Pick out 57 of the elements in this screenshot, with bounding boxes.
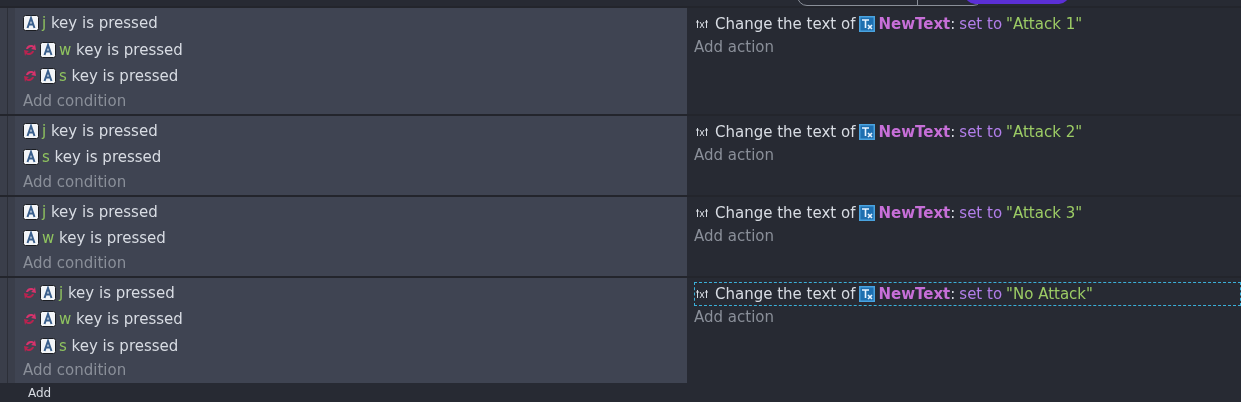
condition-text[interactable]: j key is pressed <box>42 121 158 140</box>
condition-text[interactable]: s key is pressed <box>59 336 179 355</box>
keyboard-key-icon <box>23 122 39 139</box>
keyboard-key-icon <box>40 68 56 85</box>
action-row[interactable]: Change the text of NewText: set to "No Attack" <box>694 281 1241 306</box>
object-icon <box>859 204 876 221</box>
text-icon <box>695 126 711 137</box>
action-text: Change the text of <box>715 203 856 222</box>
operator-text: set to <box>959 284 1003 303</box>
add-event-link[interactable]: Add <box>28 386 52 400</box>
value-text: "Attack 1" <box>1006 15 1083 33</box>
action-text: Change the text of <box>715 15 856 33</box>
condition-text[interactable]: j key is pressed <box>42 202 158 221</box>
operator-text: set to <box>959 122 1003 141</box>
keyboard-key-icon <box>40 41 56 58</box>
action-text: Change the text of <box>715 284 856 303</box>
add-action-link[interactable]: Add action <box>694 224 774 247</box>
separator-text: : <box>950 15 956 33</box>
value-text: "Attack 2" <box>1006 122 1083 141</box>
value-text: "No Attack" <box>1006 284 1093 303</box>
separator-text: : <box>950 122 956 141</box>
object-name: NewText <box>878 284 951 303</box>
keyboard-key-icon <box>40 311 56 328</box>
separator-text: : <box>950 203 956 222</box>
add-action-link[interactable]: Add action <box>694 305 774 328</box>
condition-text[interactable]: w key is pressed <box>42 229 166 248</box>
action-row[interactable]: Change the text of NewText: set to "Attack 2" <box>694 119 1241 144</box>
object-icon <box>859 16 876 32</box>
keyboard-key-icon <box>23 230 39 247</box>
condition-text[interactable]: s key is pressed <box>59 67 179 86</box>
text-icon <box>695 19 711 29</box>
object-name: NewText <box>878 122 951 141</box>
condition-text[interactable]: j key is pressed <box>42 14 158 33</box>
value-text: "Attack 3" <box>1006 203 1083 222</box>
separator-text: : <box>950 284 956 303</box>
keyboard-key-icon <box>40 284 56 301</box>
operator-text: set to <box>959 203 1003 222</box>
operator-text: set to <box>959 15 1003 33</box>
keyboard-key-icon <box>23 149 39 166</box>
action-row[interactable]: Change the text of NewText: set to "Attack 1" <box>694 12 1241 36</box>
keyboard-key-icon <box>40 337 56 354</box>
text-icon <box>695 288 711 299</box>
condition-text[interactable]: s key is pressed <box>42 148 162 167</box>
object-icon <box>859 285 876 302</box>
action-row[interactable]: Change the text of NewText: set to "Attack 3" <box>694 200 1241 225</box>
action-text: Change the text of <box>715 122 856 141</box>
add-action-link[interactable]: Add action <box>694 143 774 166</box>
keyboard-key-icon <box>23 203 39 220</box>
condition-text[interactable]: j key is pressed <box>59 283 175 302</box>
keyboard-key-icon <box>23 15 39 32</box>
object-name: NewText <box>878 15 951 33</box>
condition-text[interactable]: w key is pressed <box>59 310 183 329</box>
text-icon <box>695 207 711 218</box>
condition-text[interactable]: w key is pressed <box>59 40 183 59</box>
object-name: NewText <box>878 203 951 222</box>
add-action-link[interactable]: Add action <box>694 36 774 58</box>
object-icon <box>859 123 876 140</box>
